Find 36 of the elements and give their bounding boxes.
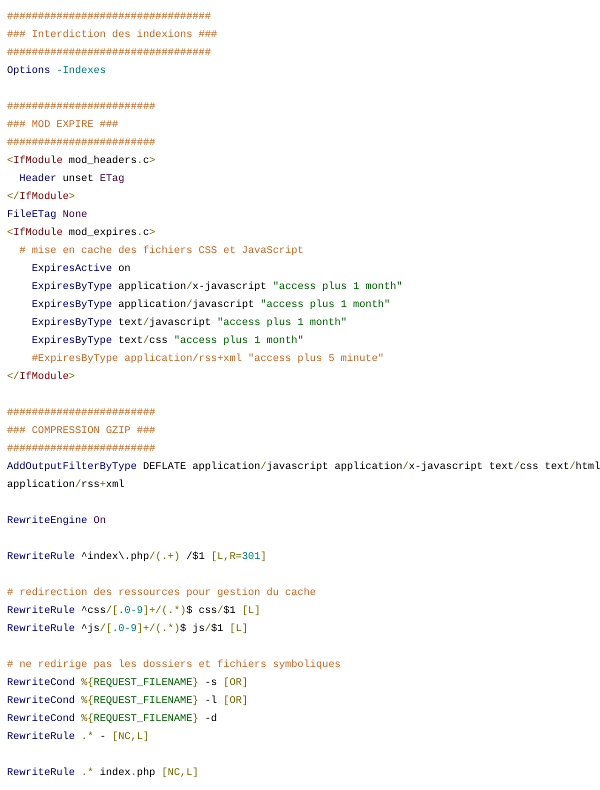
code-line: ExpiresByType application/x-javascript "access plus 1 month" [30,281,402,293]
code-line: ExpiresActive on [30,263,131,275]
code-line: ######################## [7,137,156,149]
code-line: ### COMPRESSION GZIP ### [7,425,156,437]
code-line: RewriteRule ^index\.php/(.+) /$1 [L,R=301] [7,551,267,563]
code-line: ExpiresByType text/javascript "access plus 1 month" [30,317,347,329]
code-line: RewriteRule .* index.php [NC,L] [7,767,199,779]
code-line: Options -Indexes [7,65,106,77]
code-line: Header unset ETag [18,173,124,185]
code-line: AddOutputFilterByType DEFLATE application/javascript application/x-javascript text/css text/html [7,461,600,473]
code-line: ### MOD EXPIRE ### [7,119,118,131]
code-line: application/rss+xml [7,479,124,491]
code-line: # mise en cache des fichiers CSS et JavaScript [18,245,304,257]
code-line: RewriteCond %{REQUEST_FILENAME} -l [OR] [7,695,248,707]
code-line: RewriteRule ^js/[.0-9]+/(.*)$ js/$1 [L] [7,623,248,635]
code-line: ######################## [7,101,156,113]
code-line: ######################## [7,407,156,419]
code-line: #ExpiresByType application/rss+xml "access plus 5 minute" [30,353,384,365]
code-line: # ne redirige pas les dossiers et fichiers symboliques [7,659,341,671]
code-line: <IfModule mod_headers.c> [7,155,156,167]
code-line: <IfModule mod_expires.c> [7,227,156,239]
code-line: </IfModule> [7,371,75,383]
code-line: FileETag None [7,209,88,221]
code-line: </IfModule> [7,191,75,203]
code-line: ######################## [7,443,156,455]
code-line: RewriteCond %{REQUEST_FILENAME} -d [7,713,218,725]
code-line: ################################# [7,11,211,23]
code-line: ################################# [7,47,211,59]
code-line: RewriteEngine On [7,515,106,527]
code-line: ExpiresByType application/javascript "access plus 1 month" [30,299,390,311]
code-line: ExpiresByType text/css "access plus 1 month" [30,335,304,347]
code-line: ### Interdiction des indexions ### [7,29,218,41]
code-line: RewriteCond %{REQUEST_FILENAME} -s [OR] [7,677,248,689]
code-line: RewriteRule .* - [NC,L] [7,731,150,743]
code-line: # redirection des ressources pour gestion du cache [7,587,316,599]
code-line: RewriteRule ^css/[.0-9]+/(.*)$ css/$1 [L] [7,605,260,617]
